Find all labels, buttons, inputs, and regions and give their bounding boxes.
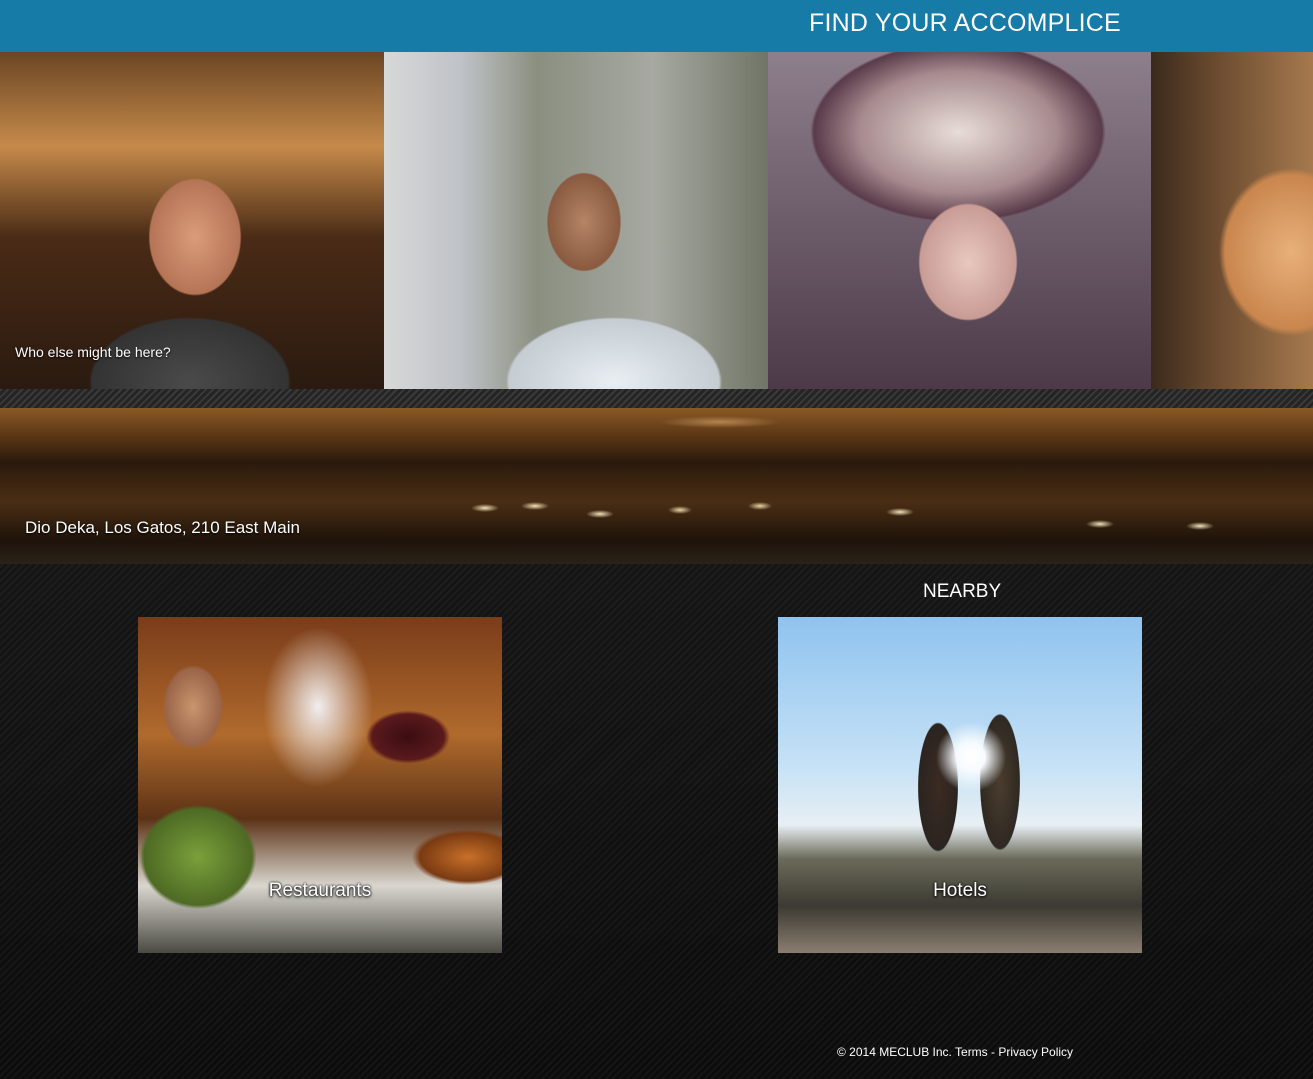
member-photos-strip: Who else might be here? [0,52,1313,389]
member-photo-4[interactable] [1151,52,1313,389]
footer: © 2014 MECLUB Inc. Terms - Privacy Polic… [837,1045,1073,1059]
terms-link[interactable]: Terms [955,1045,988,1059]
member-photo-3[interactable] [768,52,1151,389]
copyright-text: © 2014 MECLUB Inc. [837,1045,952,1059]
section-divider [0,389,1313,408]
privacy-policy-link[interactable]: Privacy Policy [998,1045,1073,1059]
hotels-label: Hotels [933,880,987,901]
venue-banner: Dio Deka, Los Gatos, 210 East Main [0,408,1313,564]
restaurants-tile[interactable]: Restaurants [138,617,502,953]
member-photo-1[interactable]: Who else might be here? [0,52,384,389]
top-header-bar: FIND YOUR ACCOMPLICE [0,0,1313,52]
member-photo-2[interactable] [384,52,768,389]
photos-caption: Who else might be here? [15,344,171,360]
venue-label: Dio Deka, Los Gatos, 210 East Main [25,518,300,537]
hotels-tile[interactable]: Hotels [778,617,1142,953]
restaurants-label: Restaurants [268,880,372,901]
footer-separator: - [991,1045,996,1059]
nearby-heading: NEARBY [923,581,1002,602]
page-title: FIND YOUR ACCOMPLICE [809,9,1121,37]
